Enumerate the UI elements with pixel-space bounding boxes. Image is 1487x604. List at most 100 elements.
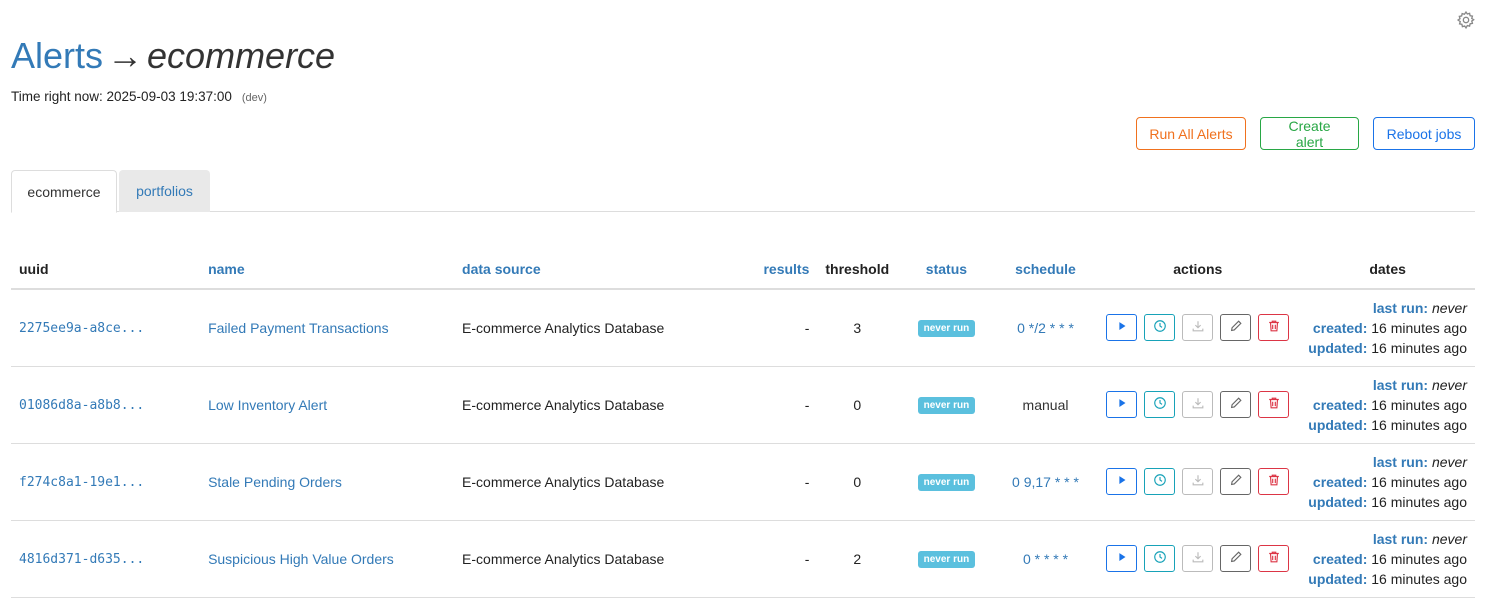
column-header-schedule[interactable]: schedule	[995, 250, 1096, 290]
last-run-line: last run: never	[1308, 298, 1467, 318]
download-results-button[interactable]	[1182, 391, 1214, 418]
created-value: 16 minutes ago	[1371, 473, 1467, 490]
status-badge: never run	[917, 320, 976, 338]
status-badge: never run	[917, 397, 976, 414]
run-alert-button[interactable]	[1106, 468, 1138, 495]
tab-bar: ecommerce portfolios	[11, 170, 1475, 213]
reboot-jobs-button[interactable]: Reboot jobs	[1373, 117, 1475, 150]
uuid-link[interactable]: 01086d8a-a8b8...	[19, 398, 144, 413]
edit-alert-button[interactable]	[1220, 314, 1252, 342]
last-run-label: last run:	[1372, 453, 1429, 470]
last-run-line: last run: never	[1308, 452, 1467, 472]
status-cell: never run	[897, 443, 996, 521]
column-header-name[interactable]: name	[200, 250, 455, 290]
trash-icon	[1267, 396, 1281, 413]
created-line: created: 16 minutes ago	[1308, 549, 1467, 569]
schedule-cell: 0 */2 * * *	[995, 289, 1096, 367]
updated-label: updated:	[1308, 339, 1368, 356]
clock-icon	[1153, 473, 1167, 490]
run-alert-button[interactable]	[1106, 545, 1138, 572]
schedule-alert-button[interactable]	[1144, 545, 1176, 572]
edit-alert-button[interactable]	[1220, 391, 1252, 418]
run-alert-button[interactable]	[1106, 391, 1138, 418]
updated-value: 16 minutes ago	[1371, 570, 1467, 587]
environment-label: (dev)	[241, 92, 267, 104]
schedule-cell: 0 9,17 * * *	[995, 443, 1096, 521]
updated-line: updated: 16 minutes ago	[1308, 338, 1467, 358]
uuid-link[interactable]: 2275ee9a-a8ce...	[19, 321, 144, 336]
schedule-value[interactable]: 0 * * * *	[1023, 551, 1068, 567]
delete-alert-button[interactable]	[1258, 468, 1290, 495]
download-icon	[1191, 473, 1205, 490]
created-line: created: 16 minutes ago	[1308, 472, 1467, 492]
download-icon	[1191, 319, 1205, 336]
delete-alert-button[interactable]	[1258, 391, 1290, 418]
dates-cell: last run: never created: 16 minutes ago up…	[1300, 366, 1475, 444]
last-run-value: never	[1431, 299, 1467, 316]
data-source-cell: E-commerce Analytics Database	[454, 289, 719, 367]
data-source-cell: E-commerce Analytics Database	[454, 443, 719, 521]
table-row: 01086d8a-a8b8... Low Inventory Alert E-com…	[11, 366, 1475, 444]
current-time-label: Time right now: 2025-09-03 19:37:00	[11, 89, 232, 104]
uuid-link[interactable]: f274c8a1-19e1...	[19, 475, 144, 490]
tab-ecommerce[interactable]: ecommerce	[11, 170, 117, 213]
results-cell: -	[718, 289, 818, 367]
alert-name-link[interactable]: Failed Payment Transactions	[208, 320, 389, 336]
column-header-status[interactable]: status	[897, 250, 996, 290]
created-value: 16 minutes ago	[1371, 319, 1467, 336]
edit-alert-button[interactable]	[1220, 468, 1252, 495]
actions-cell	[1095, 289, 1301, 367]
download-icon	[1191, 550, 1205, 567]
alert-name-link[interactable]: Low Inventory Alert	[208, 397, 327, 413]
results-cell: -	[718, 443, 818, 521]
dates-cell: last run: never created: 16 minutes ago up…	[1300, 443, 1475, 521]
pencil-icon	[1229, 550, 1243, 567]
delete-alert-button[interactable]	[1258, 314, 1290, 342]
column-header-results[interactable]: results	[718, 250, 818, 290]
breadcrumb-arrow: →	[107, 35, 144, 76]
schedule-alert-button[interactable]	[1144, 468, 1176, 495]
delete-alert-button[interactable]	[1258, 545, 1290, 572]
updated-line: updated: 16 minutes ago	[1308, 415, 1467, 435]
run-alert-button[interactable]	[1106, 314, 1138, 342]
column-header-data-source[interactable]: data source	[454, 250, 719, 290]
last-run-value: never	[1431, 376, 1467, 393]
updated-label: updated:	[1308, 416, 1368, 433]
edit-alert-button[interactable]	[1220, 545, 1252, 572]
schedule-value[interactable]: 0 9,17 * * *	[1012, 474, 1079, 490]
schedule-alert-button[interactable]	[1144, 391, 1176, 418]
table-header-row: uuid name data source results threshold …	[11, 250, 1475, 290]
results-cell: -	[718, 366, 818, 444]
uuid-cell: 4816d371-d635...	[11, 520, 201, 598]
name-cell: Stale Pending Orders	[200, 443, 455, 521]
gear-icon[interactable]	[1456, 10, 1476, 30]
created-value: 16 minutes ago	[1371, 396, 1467, 413]
dates-cell: last run: never created: 16 minutes ago up…	[1300, 520, 1475, 598]
run-all-alerts-button[interactable]: Run All Alerts	[1136, 117, 1246, 150]
download-results-button[interactable]	[1182, 468, 1214, 495]
last-run-value: never	[1431, 530, 1467, 547]
last-run-value: never	[1431, 453, 1467, 470]
clock-icon	[1153, 550, 1167, 567]
data-source-cell: E-commerce Analytics Database	[454, 366, 719, 444]
schedule-alert-button[interactable]	[1144, 314, 1176, 342]
schedule-value[interactable]: 0 */2 * * *	[1017, 320, 1074, 336]
tab-portfolios[interactable]: portfolios	[119, 170, 210, 212]
status-cell: never run	[897, 289, 996, 367]
dates-cell: last run: never created: 16 minutes ago up…	[1300, 289, 1475, 367]
alert-name-link[interactable]: Suspicious High Value Orders	[208, 551, 394, 567]
name-cell: Suspicious High Value Orders	[200, 520, 455, 598]
alert-name-link[interactable]: Stale Pending Orders	[208, 474, 342, 490]
create-alert-button[interactable]: Create alert	[1260, 117, 1359, 150]
name-cell: Failed Payment Transactions	[200, 289, 455, 367]
uuid-link[interactable]: 4816d371-d635...	[19, 552, 144, 567]
download-results-button[interactable]	[1182, 545, 1214, 572]
breadcrumb-alerts-link[interactable]: Alerts	[11, 35, 103, 76]
threshold-cell: 3	[817, 289, 898, 367]
last-run-label: last run:	[1372, 376, 1429, 393]
actions-cell	[1095, 366, 1301, 444]
download-results-button[interactable]	[1182, 314, 1214, 342]
updated-value: 16 minutes ago	[1371, 493, 1467, 510]
status-badge: never run	[917, 474, 976, 491]
schedule-cell: manual	[995, 366, 1096, 444]
